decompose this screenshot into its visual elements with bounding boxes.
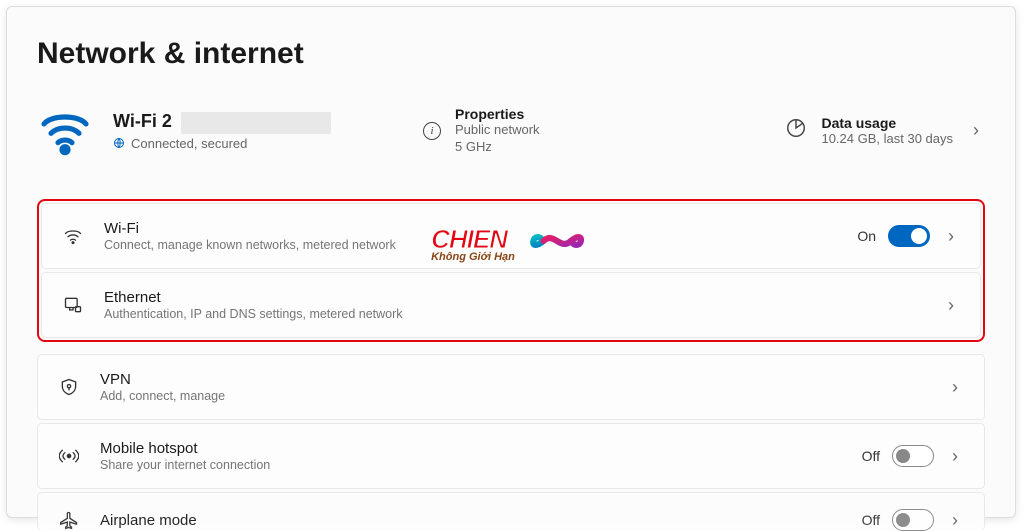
network-status: Connected, secured (113, 136, 331, 151)
vpn-desc: Add, connect, manage (100, 389, 926, 403)
ethernet-desc: Authentication, IP and DNS settings, met… (104, 307, 922, 321)
airplane-icon (58, 509, 80, 531)
properties-block[interactable]: i Properties Public network 5 GHz (423, 106, 540, 156)
wifi-toggle-label: On (857, 228, 876, 244)
properties-title: Properties (455, 106, 540, 122)
chevron-right-icon[interactable]: › (946, 510, 964, 531)
info-icon: i (423, 122, 441, 140)
hotspot-desc: Share your internet connection (100, 458, 842, 472)
shield-icon (58, 376, 80, 398)
pie-chart-icon (785, 117, 807, 144)
connection-status-row: Wi-Fi 2 Connected, secured i Properties … (37, 103, 985, 159)
redacted-ssid (181, 112, 331, 134)
hotspot-title: Mobile hotspot (100, 440, 842, 457)
airplane-toggle[interactable] (892, 509, 934, 531)
globe-icon (113, 137, 125, 149)
data-usage-block[interactable]: Data usage 10.24 GB, last 30 days (785, 115, 953, 148)
airplane-setting-row[interactable]: Airplane mode Off › (37, 492, 985, 531)
hotspot-toggle[interactable] (892, 445, 934, 467)
usage-amount: 10.24 GB, last 30 days (821, 131, 953, 148)
chevron-right-icon[interactable]: › (967, 120, 985, 141)
properties-band: 5 GHz (455, 139, 540, 156)
wifi-setting-row[interactable]: Wi-Fi Connect, manage known networks, me… (41, 203, 981, 269)
ethernet-setting-row[interactable]: Ethernet Authentication, IP and DNS sett… (41, 272, 981, 338)
wifi-icon (62, 225, 84, 247)
wifi-signal-icon (37, 103, 93, 159)
ethernet-title: Ethernet (104, 289, 922, 306)
page-title: Network & internet (37, 37, 985, 71)
network-name: Wi-Fi 2 (113, 111, 331, 133)
wifi-title: Wi-Fi (104, 220, 837, 237)
vpn-setting-row[interactable]: VPN Add, connect, manage › (37, 354, 985, 420)
chevron-right-icon[interactable]: › (946, 446, 964, 467)
hotspot-icon (58, 445, 80, 467)
vpn-title: VPN (100, 371, 926, 388)
usage-title: Data usage (821, 115, 953, 131)
wifi-toggle[interactable] (888, 225, 930, 247)
wifi-desc: Connect, manage known networks, metered … (104, 238, 837, 252)
chevron-right-icon[interactable]: › (942, 295, 960, 316)
highlighted-group: Wi-Fi Connect, manage known networks, me… (37, 199, 985, 342)
properties-network-type: Public network (455, 122, 540, 139)
chevron-right-icon[interactable]: › (946, 377, 964, 398)
current-network-block: Wi-Fi 2 Connected, secured (113, 111, 403, 150)
ethernet-icon (62, 294, 84, 316)
chevron-right-icon[interactable]: › (942, 226, 960, 247)
hotspot-toggle-label: Off (862, 448, 880, 464)
hotspot-setting-row[interactable]: Mobile hotspot Share your internet conne… (37, 423, 985, 489)
